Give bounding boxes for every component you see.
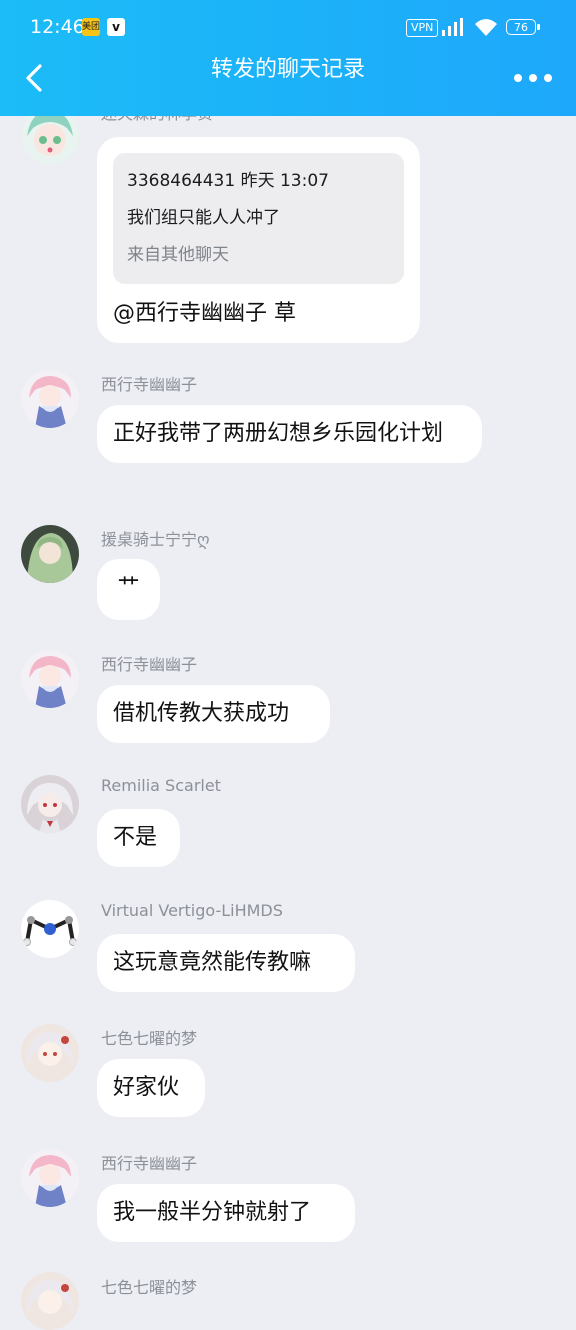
sender-name: 七色七曜的梦 xyxy=(101,1278,198,1297)
message-bubble[interactable]: 我一般半分钟就射了 xyxy=(97,1184,355,1242)
avatar[interactable] xyxy=(21,370,79,428)
quoted-message[interactable]: 3368464431 昨天 13:07 我们组只能人人冲了 来自其他聊天 xyxy=(113,153,404,284)
message-bubble[interactable]: 不是 xyxy=(97,809,180,867)
message-text: 这玩意竟然能传教嘛 xyxy=(113,950,312,975)
meituan-notification-icon: 美团 xyxy=(82,18,100,36)
quote-header: 3368464431 昨天 13:07 xyxy=(127,171,329,191)
message-text: 不是 xyxy=(113,825,158,850)
message-bubble[interactable]: 借机传教大获成功 xyxy=(97,685,330,743)
status-bar: 12:46 美团 v VPN 76 xyxy=(0,0,576,56)
app-notification-icon: v xyxy=(107,18,125,36)
sender-name: Virtual Vertigo-LiHMDS xyxy=(101,901,283,920)
message-text: @西行寺幽幽子 草 xyxy=(113,301,296,326)
avatar[interactable] xyxy=(21,525,79,583)
sender-name: 援桌骑士宁宁ღ xyxy=(101,530,210,549)
message-text: 我一般半分钟就射了 xyxy=(113,1200,312,1225)
message-text: 好家伙 xyxy=(113,1075,180,1100)
sender-name: Remilia Scarlet xyxy=(101,776,221,795)
avatar[interactable] xyxy=(21,1149,79,1207)
sender-name: 七色七曜的梦 xyxy=(101,1029,198,1048)
app-header: 12:46 美团 v VPN 76 转发的聊天记录 xyxy=(0,0,576,116)
quote-source: 来自其他聊天 xyxy=(127,245,229,265)
vpn-icon: VPN xyxy=(406,19,439,37)
wifi-icon xyxy=(475,19,497,36)
avatar[interactable] xyxy=(21,775,79,833)
avatar[interactable] xyxy=(21,900,79,958)
message-bubble[interactable]: 艹 xyxy=(97,559,160,620)
message-bubble[interactable]: 正好我带了两册幻想乡乐园化计划 xyxy=(97,405,482,463)
sender-name: 西行寺幽幽子 xyxy=(101,1154,198,1173)
avatar[interactable] xyxy=(21,650,79,708)
sender-name: 西行寺幽幽子 xyxy=(101,375,198,394)
sender-name: 西行寺幽幽子 xyxy=(101,655,198,674)
message-text: 正好我带了两册幻想乡乐园化计划 xyxy=(113,421,444,446)
battery-icon: 76 xyxy=(506,19,540,35)
status-time: 12:46 xyxy=(30,16,85,38)
avatar[interactable] xyxy=(21,1024,79,1082)
quote-text: 我们组只能人人冲了 xyxy=(127,208,280,228)
signal-icon xyxy=(442,18,463,36)
page-title: 转发的聊天记录 xyxy=(210,57,365,82)
message-text: 借机传教大获成功 xyxy=(113,701,290,726)
message-bubble[interactable]: 3368464431 昨天 13:07 我们组只能人人冲了 来自其他聊天 @西行… xyxy=(97,137,420,343)
avatar[interactable] xyxy=(21,1272,79,1330)
message-bubble[interactable]: 好家伙 xyxy=(97,1059,205,1117)
more-options-icon[interactable] xyxy=(514,62,552,94)
message-text: 艹 xyxy=(117,575,140,600)
message-bubble[interactable]: 这玩意竟然能传教嘛 xyxy=(97,934,355,992)
